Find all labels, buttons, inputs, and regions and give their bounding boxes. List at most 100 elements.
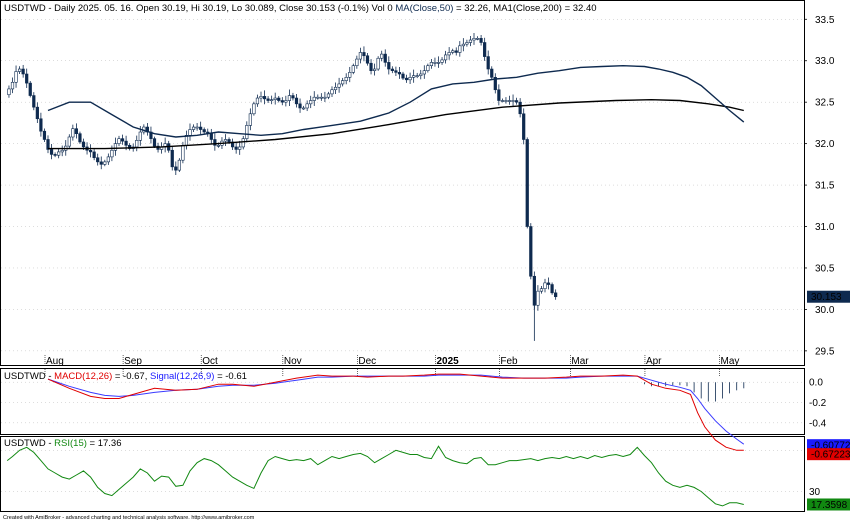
candle-body (333, 86, 338, 91)
candle-body (550, 284, 554, 294)
candle-body (28, 82, 32, 96)
candle-body (323, 96, 327, 99)
candle-body (39, 118, 43, 132)
price-header-symbol: USDTWD (4, 3, 46, 14)
candle-body (419, 73, 423, 76)
x-tick-label: 2025 (437, 356, 460, 367)
candle-body (301, 107, 306, 110)
x-tick-label: Apr (646, 356, 662, 367)
candle-body (369, 62, 373, 71)
candle-body (135, 140, 139, 148)
candle-body (216, 144, 221, 147)
x-tick-label: May (721, 356, 740, 367)
candle-body (60, 149, 64, 153)
candle-body (539, 288, 544, 292)
candle-body (497, 89, 501, 101)
candle-body (298, 103, 302, 109)
candle-body (365, 55, 370, 64)
candle-body (461, 43, 465, 47)
candle-body (241, 138, 245, 148)
x-tick-label: Nov (284, 356, 302, 367)
x-tick-label: Oct (202, 356, 218, 367)
macd-header: USDTWD - MACD(12,26) = -0.67, Signal(12,… (4, 371, 247, 382)
candle-body (138, 131, 142, 141)
footer-credit: Created with AmiBroker - advanced charti… (3, 515, 255, 521)
candle-body (124, 140, 128, 146)
price-y-tick-label: 29.5 (815, 346, 835, 357)
candle-body (32, 95, 36, 108)
candle-body (57, 151, 61, 156)
price-y-tick-label: 32.5 (815, 98, 835, 109)
candle-body (78, 133, 82, 143)
candle-body (397, 72, 402, 75)
candle-body (404, 77, 409, 81)
candle-body (426, 65, 430, 71)
candle-body (468, 39, 473, 43)
price-header-info: - Daily 2025. 05. 16. Open 30.19, Hi 30.… (46, 3, 396, 14)
macd-y-tick-labels: 0.0 -0.2 -0.4 (809, 378, 827, 430)
candle-body (120, 138, 125, 142)
candle-body (312, 96, 316, 101)
candle-body (234, 146, 238, 150)
candle-body (170, 149, 174, 168)
rsi-header-sep: - (46, 438, 54, 449)
candle-body (362, 52, 366, 57)
macd-legend-label: MACD(12,26) (54, 371, 112, 382)
x-tick-label: Sep (124, 356, 142, 367)
candle-body (458, 45, 462, 53)
candle-body (472, 38, 476, 41)
candle-body (486, 56, 490, 70)
candle-body (451, 50, 455, 53)
candle-body (429, 62, 434, 67)
candle-body (110, 149, 114, 158)
signal-legend-label: Signal(12,26,9) (150, 371, 214, 382)
macd-header-symbol: USDTWD (4, 371, 46, 382)
x-tick-label: Feb (500, 356, 518, 367)
candle-body (387, 62, 391, 70)
candle-body (174, 166, 178, 171)
rsi-y-tick-label: 30 (809, 487, 821, 498)
candle-body (252, 103, 256, 115)
candle-body (518, 101, 522, 115)
rsi-last-flag: 17.3598 (811, 500, 848, 511)
candle-body (188, 129, 192, 136)
candle-body (443, 54, 448, 61)
ma200-legend-label: MA1(Close,200) (493, 3, 562, 14)
signal-legend-value: = -0.61 (214, 371, 246, 382)
x-tick-label: Dec (358, 356, 376, 367)
candle-body (49, 149, 54, 155)
chart-canvas: 33.5 33.0 32.5 32.0 31.5 31.0 30.5 30.0 29.5 0.0… (0, 0, 850, 521)
candle-body (326, 93, 331, 98)
candle-body (103, 161, 107, 165)
candle-body (238, 146, 242, 150)
candle-body (287, 95, 292, 101)
price-y-tick-labels: 33.5 33.0 32.5 32.0 31.5 31.0 30.5 30.0 29.5 (804, 15, 835, 357)
macd-header-sep: - (46, 371, 54, 382)
candle-body (447, 52, 451, 56)
candle-body (96, 157, 100, 163)
rsi-header: USDTWD - RSI(15) = 17.36 (4, 438, 122, 449)
candle-body (490, 68, 494, 78)
candle-body (394, 70, 398, 73)
candle-body (440, 59, 444, 63)
candle-body (522, 113, 526, 140)
candle-body (117, 138, 121, 144)
candle-body (273, 97, 277, 100)
candle-body (305, 103, 309, 109)
candle-body (81, 141, 86, 148)
candle-body (277, 97, 281, 101)
candle-body (199, 126, 203, 130)
price-y-tick-label: 33.0 (815, 56, 835, 67)
candle-body (280, 100, 284, 103)
candle-body (319, 96, 323, 99)
candle-body (330, 89, 334, 95)
price-y-tick-label: 30.5 (815, 263, 835, 274)
candle-body (344, 77, 348, 81)
candle-body (113, 143, 118, 151)
macd-y-tick-label: -0.2 (809, 398, 827, 409)
candle-body (355, 58, 359, 67)
rsi-header-symbol: USDTWD (4, 438, 46, 449)
candle-body (401, 73, 405, 79)
candle-body (511, 100, 515, 102)
candle-body (433, 62, 437, 64)
